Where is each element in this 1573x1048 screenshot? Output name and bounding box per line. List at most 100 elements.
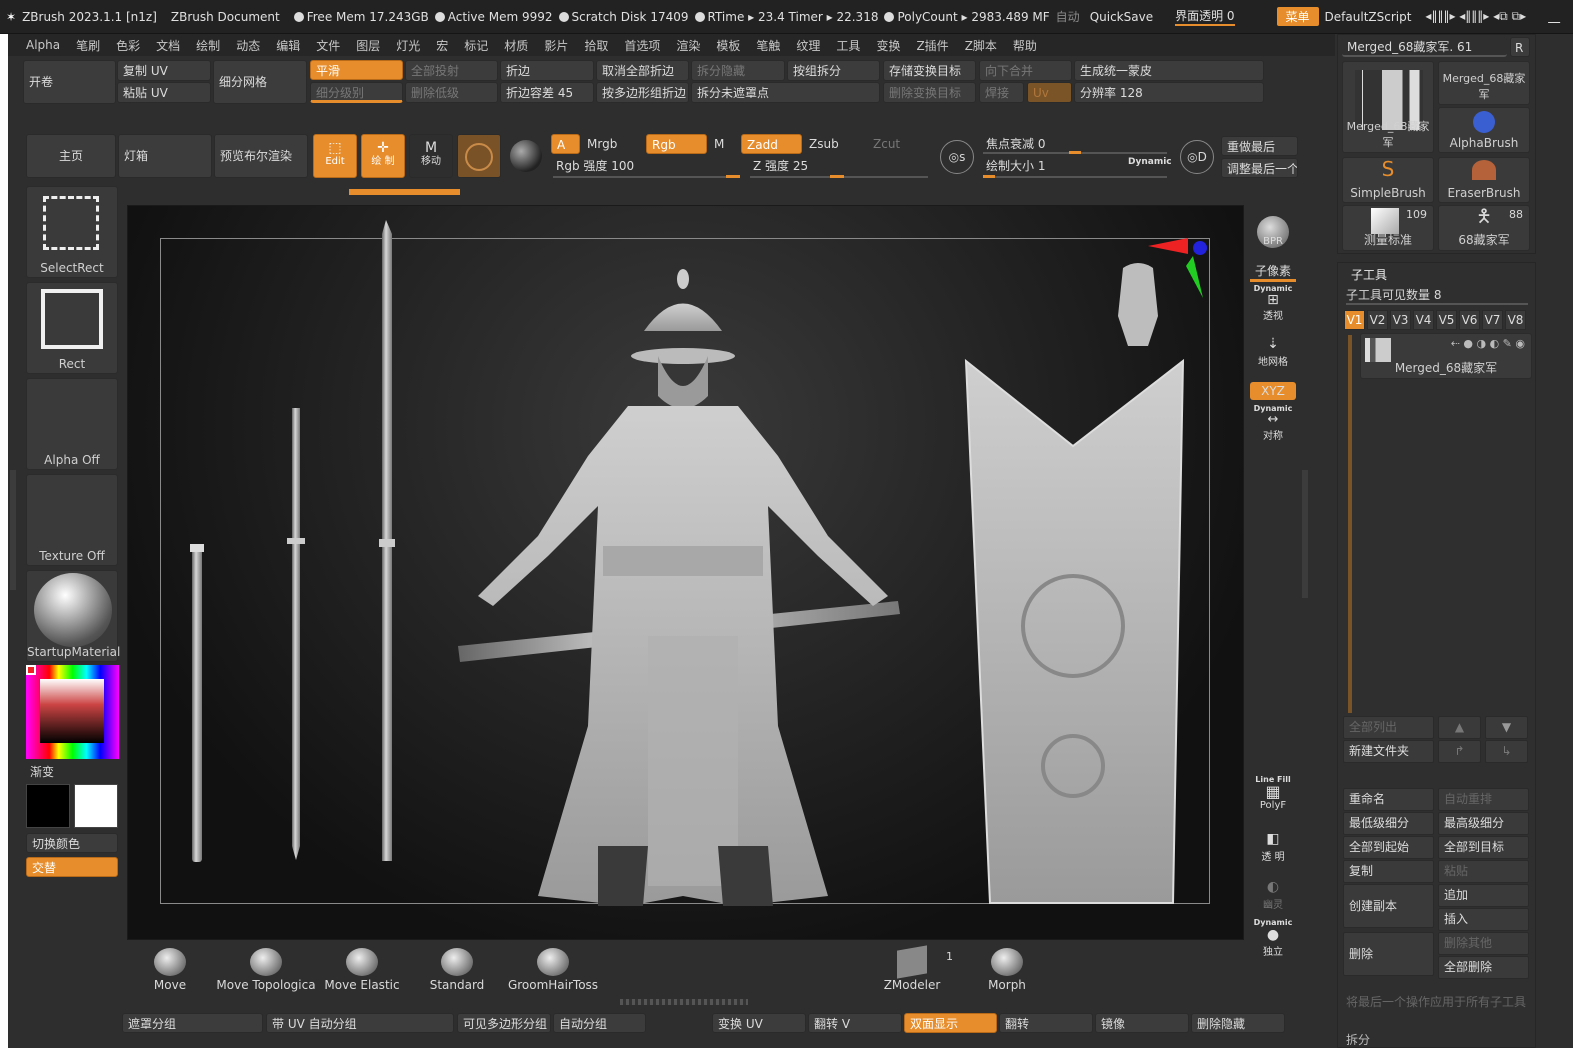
rgb-toggle[interactable]: Rgb [646,134,707,154]
copy-uv-button[interactable]: 复制 UV [117,60,211,81]
menu-item[interactable]: 影片 [536,37,576,54]
main-color-swatch[interactable] [26,784,70,828]
brush-move[interactable]: Move [148,948,192,992]
insert-button[interactable]: 插入 [1438,908,1529,931]
tab-v2[interactable]: V2 [1367,310,1388,330]
menu-item[interactable]: 标记 [456,37,496,54]
paste-uv-button[interactable]: 粘贴 UV [117,82,211,103]
secondary-color-swatch[interactable] [74,784,118,828]
delete-button[interactable]: 删除 [1343,932,1434,976]
move-up-icon[interactable]: ▲ [1438,716,1481,739]
move-out-icon[interactable]: ↳ [1485,740,1528,763]
menu-item[interactable]: 编辑 [268,37,308,54]
tab-v4[interactable]: V4 [1413,310,1434,330]
delete-lower-button[interactable]: 删除低级 [405,82,498,103]
mrgb-toggle[interactable]: Mrgb [582,134,643,154]
current-tool-slider[interactable]: Merged_68藏家军. 61 [1342,37,1507,57]
subpixel-slider[interactable]: 子像素 [1250,262,1296,282]
minimize-icon[interactable]: ⎽ [1548,9,1560,24]
split-unmasked-button[interactable]: 拆分未遮罩点 [691,82,880,103]
subdiv-level-slider[interactable]: 细分级别 [310,82,403,103]
quicksave-button[interactable]: QuickSave [1090,10,1153,24]
viewport-right-handle[interactable] [1302,470,1308,598]
tool-thumb-measure[interactable]: 109 测量标准 [1342,205,1434,251]
menu-item[interactable]: Alpha [18,38,68,52]
layout-icons[interactable]: ◂‖‖‖▸ ◂‖‖‖▸ ◂⧉ ⧉▸ [1425,9,1526,24]
double-sided-button[interactable]: 双面显示 [904,1013,997,1033]
menu-item[interactable]: 首选项 [616,37,668,54]
highest-subdiv-button[interactable]: 最高级细分 [1438,812,1529,835]
model-scene[interactable] [128,206,1245,941]
open-button[interactable]: 开卷 [23,60,116,104]
color-sphere-icon[interactable] [510,140,542,172]
adjust-last-button[interactable]: 调整最后一个 [1221,158,1298,178]
split-hidden-button[interactable]: 拆分隐藏 [691,60,785,81]
material-tile[interactable]: StartupMaterial [26,570,120,662]
menu-item[interactable]: 变换 [868,37,908,54]
tab-v3[interactable]: V3 [1390,310,1411,330]
delete-all-button[interactable]: 全部删除 [1438,956,1529,979]
zsub-toggle[interactable]: Zsub [804,134,865,154]
all-to-start-button[interactable]: 全部到起始 [1343,836,1434,859]
uv-button[interactable]: Uv [1027,82,1072,103]
delete-other-button[interactable]: 删除其他 [1438,932,1529,955]
move-to-folder-icon[interactable]: ↱ [1438,740,1481,763]
tab-v6[interactable]: V6 [1459,310,1480,330]
brush-groom-hair-toss[interactable]: GroomHairToss [505,948,601,992]
move-mode-button[interactable]: M 移动 [409,134,453,178]
focal-shift-icon[interactable]: ◎s [940,140,974,174]
crease-tolerance-slider[interactable]: 折边容差 45 [500,82,594,103]
menu-item[interactable]: 帮助 [1005,37,1045,54]
menu-item[interactable]: 图层 [348,37,388,54]
autogroup-button[interactable]: 自动分组 [553,1013,646,1033]
material-sphere-button[interactable] [457,134,501,178]
menu-item[interactable]: 材质 [496,37,536,54]
menu-item[interactable]: 动态 [228,37,268,54]
edit-mode-button[interactable]: ⬚ Edit [313,134,357,178]
menu-item[interactable]: 笔触 [748,37,788,54]
tool-thumb-alphabrush[interactable]: AlphaBrush [1438,107,1530,153]
smooth-button[interactable]: 平滑 [310,60,403,80]
tab-v1[interactable]: V1 [1344,310,1365,330]
unified-skin-button[interactable]: 生成统一蒙皮 [1074,60,1264,81]
left-collapse-handle[interactable] [10,470,16,590]
subtool-scrollbar[interactable] [1348,335,1352,713]
transparency-slider[interactable]: 界面透明 0 [1175,7,1235,26]
menu-item[interactable]: 色彩 [108,37,148,54]
split-section[interactable]: 拆分 [1346,1031,1370,1048]
auto-reorder-button[interactable]: 自动重排 [1438,788,1529,811]
list-all-button[interactable]: 全部列出 [1343,716,1434,739]
menu-item[interactable]: 灯光 [388,37,428,54]
preview-bool-button[interactable]: 预览布尔渲染 [214,134,308,178]
draw-size-slider[interactable]: 绘制大小 1 [981,156,1121,178]
persp-button[interactable]: Dynamic ⊞ 透视 [1250,284,1296,322]
dynamic-label[interactable]: Dynamic [1128,157,1172,167]
full-project-button[interactable]: 全部投射 [405,60,498,81]
xyz-toggle[interactable]: XYZ [1250,382,1296,400]
menu-item[interactable]: 拾取 [576,37,616,54]
switch-color-button[interactable]: 切换颜色 [26,833,118,853]
brush-morph[interactable]: Morph [985,948,1029,992]
uncrease-all-button[interactable]: 取消全部折边 [596,60,689,81]
shelf-scroll-handle[interactable] [620,999,748,1005]
paste-button[interactable]: 粘贴 [1438,860,1529,883]
rect-tile[interactable]: Rect [26,282,118,374]
menu-button[interactable]: 菜单 [1276,7,1319,26]
texture-off-tile[interactable]: Texture Off [26,474,118,566]
polyf-button[interactable]: Line Fill ▦ PolyF [1250,775,1296,811]
lightbox-button[interactable]: 灯箱 [118,134,212,178]
visible-count-slider[interactable]: 子工具可见数量 8 [1346,286,1528,305]
visible-polygroup-button[interactable]: 可见多边形分组 [457,1013,551,1033]
menu-item[interactable]: 笔刷 [68,37,108,54]
menu-item[interactable]: Z插件 [908,37,956,54]
tool-thumb-simplebrush[interactable]: S SimpleBrush [1342,157,1434,203]
mask-groups-button[interactable]: 遮罩分组 [122,1013,263,1033]
menu-item[interactable]: 工具 [828,37,868,54]
duplicate-button[interactable]: 创建副本 [1343,884,1434,928]
dynamic-d-icon[interactable]: ◎D [1180,140,1214,174]
m-toggle[interactable]: M [709,134,739,154]
store-morph-button[interactable]: 存储变换目标 [883,60,976,81]
tab-v5[interactable]: V5 [1436,310,1457,330]
ghost-button[interactable]: ◐ 幽灵 [1250,878,1296,911]
a-toggle[interactable]: A [551,134,580,154]
